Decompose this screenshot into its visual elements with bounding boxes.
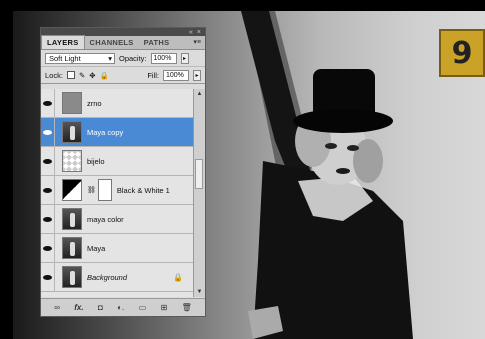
visibility-toggle[interactable] bbox=[41, 89, 55, 118]
eye-icon bbox=[43, 274, 52, 280]
eye-icon bbox=[43, 187, 52, 193]
new-group-icon[interactable]: ▭ bbox=[139, 303, 147, 312]
step-number-badge: 9 bbox=[439, 29, 485, 77]
layer-name: Maya copy bbox=[87, 127, 124, 137]
chain-link-icon[interactable]: ⛓ bbox=[87, 186, 96, 194]
tab-channels[interactable]: CHANNELS bbox=[85, 36, 139, 49]
layer-row-background[interactable]: Background 🔒 bbox=[41, 262, 195, 292]
fill-label: Fill: bbox=[147, 70, 159, 80]
fx-icon[interactable]: fx. bbox=[74, 303, 83, 312]
blend-mode-select[interactable]: Soft Light ▾ bbox=[45, 52, 115, 64]
scroll-down-icon[interactable]: ▼ bbox=[194, 287, 205, 297]
visibility-toggle[interactable] bbox=[41, 262, 55, 292]
layer-row-black-white-1[interactable]: ⛓ Black & White 1 bbox=[41, 175, 195, 205]
layers-scrollbar[interactable]: ▲ ▼ bbox=[193, 89, 205, 297]
visibility-toggle[interactable] bbox=[41, 204, 55, 234]
layer-row-zrno[interactable]: zrno bbox=[41, 89, 195, 118]
blend-mode-value: Soft Light bbox=[49, 53, 81, 63]
eye-icon bbox=[43, 129, 52, 135]
add-mask-icon[interactable]: ◘ bbox=[98, 303, 103, 312]
collapse-icon[interactable]: « bbox=[189, 29, 193, 36]
eye-icon bbox=[43, 100, 52, 106]
lock-transparency-icon[interactable] bbox=[66, 71, 75, 79]
visibility-toggle[interactable] bbox=[41, 175, 55, 205]
layers-list: zrno Maya copy bijelo ⛓ Black & White 1 bbox=[41, 89, 195, 297]
layer-thumbnail bbox=[62, 150, 82, 172]
visibility-toggle[interactable] bbox=[41, 233, 55, 263]
adjustment-icon[interactable]: ◐. bbox=[117, 303, 124, 312]
opacity-label: Opacity: bbox=[119, 53, 147, 63]
layer-name: zrno bbox=[87, 98, 102, 108]
layer-name: bijelo bbox=[87, 156, 105, 166]
layer-row-maya-color[interactable]: maya color bbox=[41, 204, 195, 234]
layer-thumbnail bbox=[62, 266, 82, 288]
adjustment-thumbnail bbox=[62, 179, 82, 201]
close-icon[interactable]: × bbox=[197, 29, 201, 36]
lock-row: Lock: ✎ ✥ 🔒 Fill: 100% ▸ bbox=[41, 67, 205, 84]
scroll-up-icon[interactable]: ▲ bbox=[194, 89, 205, 99]
trash-icon[interactable]: 🗑 bbox=[182, 303, 192, 312]
layer-mask-thumbnail[interactable] bbox=[97, 179, 112, 201]
eye-icon bbox=[43, 216, 52, 222]
layer-thumbnail bbox=[62, 92, 82, 114]
new-layer-icon[interactable]: ⊞ bbox=[161, 303, 168, 312]
lock-icon: 🔒 bbox=[173, 272, 183, 282]
layers-panel: « × LAYERS CHANNELS PATHS ▾≡ Soft Light … bbox=[40, 27, 206, 317]
layer-row-maya[interactable]: Maya bbox=[41, 233, 195, 263]
step-number: 9 bbox=[451, 35, 473, 71]
lock-position-icon[interactable]: ✥ bbox=[89, 71, 95, 80]
layer-thumbnail bbox=[62, 208, 82, 230]
visibility-toggle[interactable] bbox=[41, 146, 55, 176]
panel-menu-icon[interactable]: ▾≡ bbox=[193, 38, 201, 46]
layer-row-maya-copy[interactable]: Maya copy bbox=[41, 117, 195, 147]
blend-row: Soft Light ▾ Opacity: 100% ▸ bbox=[41, 50, 205, 67]
panel-tabs: LAYERS CHANNELS PATHS ▾≡ bbox=[41, 35, 205, 50]
tab-paths[interactable]: PATHS bbox=[139, 36, 175, 49]
lock-all-icon[interactable]: 🔒 bbox=[100, 71, 109, 80]
tab-layers[interactable]: LAYERS bbox=[41, 35, 85, 49]
layer-thumbnail bbox=[62, 237, 82, 259]
eye-icon bbox=[43, 158, 52, 164]
fill-slider-button[interactable]: ▸ bbox=[193, 69, 201, 81]
eye-icon bbox=[43, 245, 52, 251]
layer-name: maya color bbox=[87, 214, 124, 224]
lock-label: Lock: bbox=[45, 70, 63, 80]
opacity-slider-button[interactable]: ▸ bbox=[180, 52, 189, 64]
layer-name: Background bbox=[87, 272, 128, 282]
layer-name: Black & White 1 bbox=[116, 185, 170, 195]
scrollbar-thumb[interactable] bbox=[195, 159, 203, 189]
lock-pixels-icon[interactable]: ✎ bbox=[79, 71, 85, 80]
layer-thumbnail bbox=[62, 121, 82, 143]
layer-name: Maya bbox=[87, 243, 106, 253]
link-layers-icon[interactable]: ∞ bbox=[54, 303, 60, 312]
visibility-toggle[interactable] bbox=[41, 117, 55, 147]
chevron-down-icon: ▾ bbox=[108, 53, 112, 63]
background-frame: 9 « × LAYERS CHANNELS PATHS ▾≡ Soft Ligh… bbox=[0, 0, 485, 339]
opacity-input[interactable]: 100% bbox=[150, 52, 177, 64]
fill-input[interactable]: 100% bbox=[163, 69, 189, 81]
layers-bottom-toolbar: ∞ fx. ◘ ◐. ▭ ⊞ 🗑 bbox=[41, 298, 205, 316]
layer-row-bijelo[interactable]: bijelo bbox=[41, 146, 195, 176]
